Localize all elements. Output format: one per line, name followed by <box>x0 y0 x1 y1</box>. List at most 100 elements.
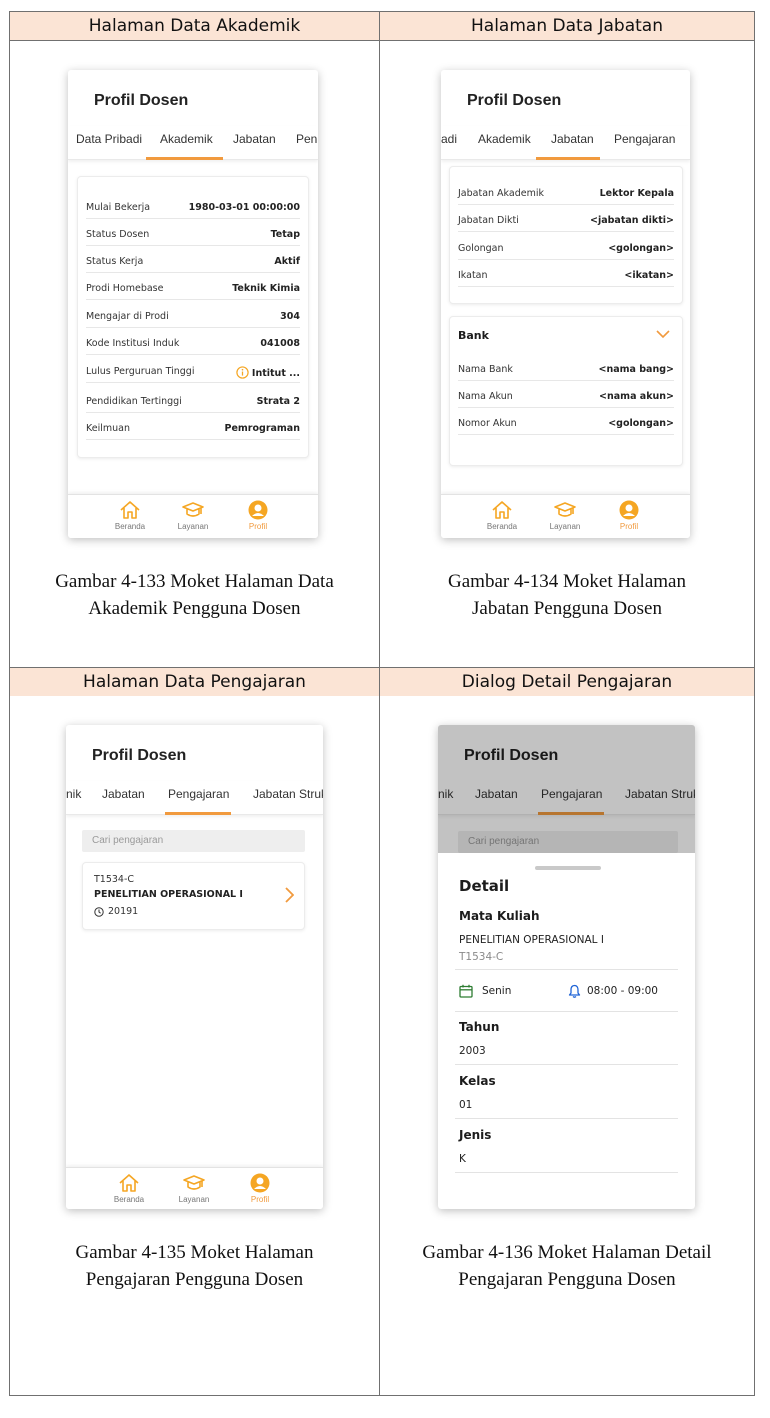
schedule-day: Senin <box>482 985 512 997</box>
field-value: 304 <box>280 311 300 322</box>
caption-line: Gambar 4-134 Moket Halaman <box>448 571 686 592</box>
field-value: Tetap <box>270 229 300 240</box>
field-label: Mengajar di Prodi <box>86 311 169 322</box>
tab-pengajaran[interactable]: Pengajaran <box>168 787 229 801</box>
caption-line: Akademik Pengguna Dosen <box>88 598 301 619</box>
field-label: Prodi Homebase <box>86 283 164 294</box>
bank-title: Bank <box>458 329 489 342</box>
nav-layanan[interactable]: Layanan <box>169 1173 219 1204</box>
tab-data-pribadi[interactable]: adi <box>441 132 457 146</box>
caption-position: Gambar 4-134 Moket Halaman Jabatan Pengg… <box>380 568 754 622</box>
info-icon <box>236 366 249 379</box>
field-row: Jabatan Akademik Lektor Kepala <box>458 179 674 205</box>
tab-pengajaran[interactable]: Pen <box>296 132 317 146</box>
field-value: <golongan> <box>608 243 674 254</box>
header-teaching: Halaman Data Pengajaran <box>10 668 379 696</box>
course-name: PENELITIAN OPERASIONAL I <box>94 889 243 900</box>
bell-icon <box>568 984 581 998</box>
field-value: Intitut ... <box>251 368 300 379</box>
nav-beranda[interactable]: Beranda <box>477 500 527 531</box>
field-value: 1980-03-01 00:00:00 <box>188 202 300 213</box>
nav-label: Layanan <box>178 1195 210 1204</box>
detail-bottom-sheet: Detail Mata Kuliah PENELITIAN OPERASIONA… <box>438 853 695 1209</box>
tab-jabatan[interactable]: Jabatan <box>102 787 145 801</box>
field-value: Aktif <box>274 256 300 267</box>
nav-layanan[interactable]: Layanan <box>168 500 218 531</box>
nav-profil[interactable]: Profil <box>604 500 654 531</box>
tab-bar: Data Pribadi Akademik Jabatan Pen <box>68 126 318 160</box>
chevron-down-icon[interactable] <box>656 330 670 339</box>
tab-data-pribadi[interactable]: Data Pribadi <box>76 132 142 146</box>
field-label: Jabatan Dikti <box>458 215 519 226</box>
page-title: Profil Dosen <box>92 747 187 764</box>
class-value: 01 <box>459 1099 473 1111</box>
home-icon <box>492 501 512 519</box>
field-value: Lektor Kepala <box>599 188 674 199</box>
tab-akademik[interactable]: nik <box>66 787 81 801</box>
nav-label: Profil <box>248 522 268 531</box>
type-label: Jenis <box>459 1128 492 1142</box>
phone-academic: Profil Dosen Data Pribadi Akademik Jabat… <box>68 70 318 538</box>
profile-icon <box>250 1173 270 1193</box>
class-label: Kelas <box>459 1074 496 1088</box>
field-value: <nama akun> <box>599 391 674 402</box>
sheet-drag-handle[interactable] <box>535 866 601 870</box>
nav-label: Beranda <box>114 522 146 531</box>
divider <box>455 1172 678 1173</box>
field-value-with-info[interactable]: Intitut ... <box>236 366 300 379</box>
bank-card: Bank Nama Bank <nama bang> Nama Akun <nama… <box>449 316 683 466</box>
home-icon <box>120 501 140 519</box>
caption-teaching: Gambar 4-135 Moket Halaman Pengajaran Pe… <box>10 1239 379 1293</box>
phone-position: Profil Dosen adi Akademik Jabatan Pengaj… <box>441 70 690 538</box>
field-value: <nama bang> <box>598 364 675 375</box>
field-label: Golongan <box>458 243 504 254</box>
field-row: Jabatan Dikti <jabatan dikti> <box>458 206 674 232</box>
field-row: Mulai Bekerja 1980-03-01 00:00:00 <box>86 193 300 219</box>
course-code: T1534-C <box>459 951 504 963</box>
year-value: 2003 <box>459 1045 486 1057</box>
nav-beranda[interactable]: Beranda <box>104 1173 154 1204</box>
tab-jabatan[interactable]: Jabatan <box>551 132 594 146</box>
profile-icon <box>248 500 268 520</box>
caption-academic: Gambar 4-133 Moket Halaman Data Akademik… <box>10 568 379 622</box>
field-value: <jabatan dikti> <box>590 215 674 226</box>
page-title: Profil Dosen <box>467 92 562 109</box>
tab-akademik[interactable]: Akademik <box>478 132 531 146</box>
header-dialog: Dialog Detail Pengajaran <box>380 668 754 696</box>
field-value: Teknik Kimia <box>232 283 300 294</box>
header-position: Halaman Data Jabatan <box>380 12 754 40</box>
tab-pengajaran[interactable]: Pengajaran <box>614 132 675 146</box>
type-value: K <box>459 1153 466 1165</box>
nav-layanan[interactable]: Layanan <box>540 500 590 531</box>
divider <box>455 1011 678 1012</box>
divider <box>455 1118 678 1119</box>
nav-label: Profil <box>619 522 639 531</box>
caption-line: Gambar 4-135 Moket Halaman <box>75 1242 314 1263</box>
field-label: Status Dosen <box>86 229 150 240</box>
nav-profil[interactable]: Profil <box>233 500 283 531</box>
column-divider <box>379 12 380 1395</box>
academic-card: Mulai Bekerja 1980-03-01 00:00:00 Status … <box>77 176 309 458</box>
bottom-nav: Beranda Layanan Profil <box>68 494 318 538</box>
row-divider <box>10 40 754 41</box>
tab-jabatan[interactable]: Jabatan <box>233 132 276 146</box>
field-row: Status Dosen Tetap <box>86 220 300 246</box>
active-tab-indicator <box>165 812 231 815</box>
year-label: Tahun <box>459 1020 500 1034</box>
detail-title: Detail <box>459 877 510 895</box>
field-row: Status Kerja Aktif <box>86 247 300 273</box>
nav-label: Layanan <box>549 522 581 531</box>
tab-jabatan-struktural[interactable]: Jabatan Struk <box>253 787 323 801</box>
tab-akademik[interactable]: Akademik <box>160 132 213 146</box>
tab-bar: nik Jabatan Pengajaran Jabatan Struk <box>66 781 323 815</box>
tab-bar: adi Akademik Jabatan Pengajaran <box>441 126 690 160</box>
field-row: Nama Bank <nama bang> <box>458 355 674 381</box>
caption-dialog: Gambar 4-136 Moket Halaman Detail Pengaj… <box>380 1239 754 1293</box>
nav-beranda[interactable]: Beranda <box>105 500 155 531</box>
field-label: Jabatan Akademik <box>458 188 544 199</box>
nav-profil[interactable]: Profil <box>235 1173 285 1204</box>
profile-icon <box>619 500 639 520</box>
search-input[interactable]: Cari pengajaran <box>82 830 305 852</box>
teaching-list-item[interactable]: T1534-C PENELITIAN OPERASIONAL I 20191 <box>82 862 305 930</box>
caption-line: Pengajaran Pengguna Dosen <box>85 1269 304 1290</box>
